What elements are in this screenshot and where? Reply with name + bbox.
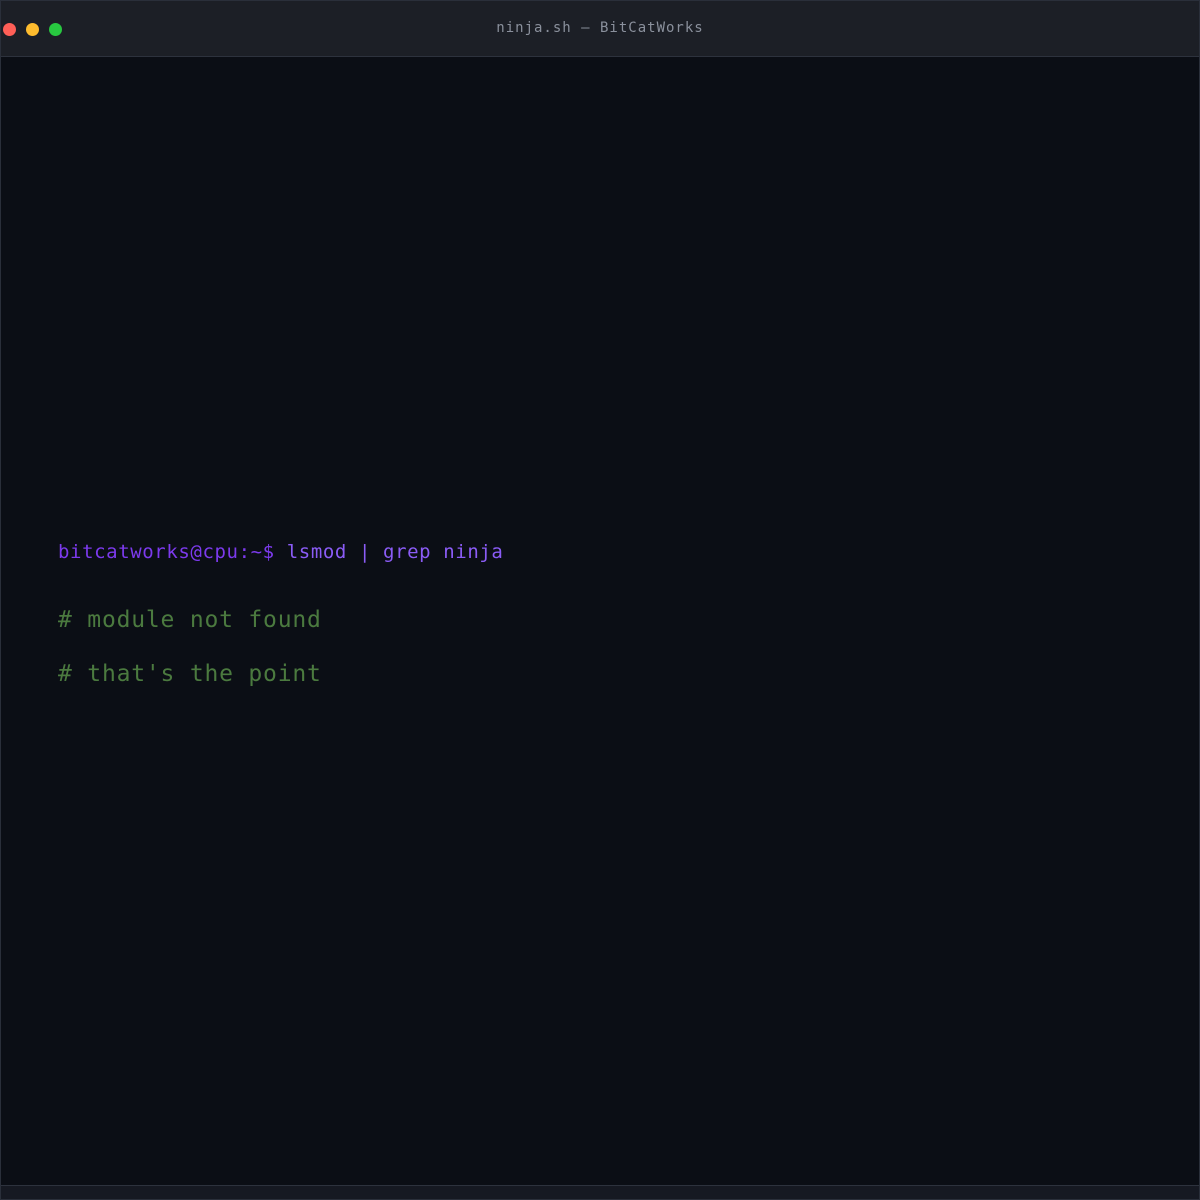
shell-prompt: bitcatworks@cpu:~$ xyxy=(58,541,275,563)
command-line: bitcatworks@cpu:~$ lsmod | grep ninja xyxy=(58,541,503,563)
output-line: # that's the point xyxy=(58,661,322,687)
terminal-output-area[interactable]: bitcatworks@cpu:~$ lsmod | grep ninja # … xyxy=(1,58,1199,1185)
output-line: # module not found xyxy=(58,607,322,633)
title-bar[interactable]: ninja.sh — BitCatWorks xyxy=(1,1,1199,57)
command-text: lsmod | grep ninja xyxy=(286,541,504,563)
window-title: ninja.sh — BitCatWorks xyxy=(496,20,704,36)
terminal-window: ninja.sh — BitCatWorks bitcatworks@cpu:~… xyxy=(0,0,1200,1200)
status-bar xyxy=(1,1185,1199,1199)
